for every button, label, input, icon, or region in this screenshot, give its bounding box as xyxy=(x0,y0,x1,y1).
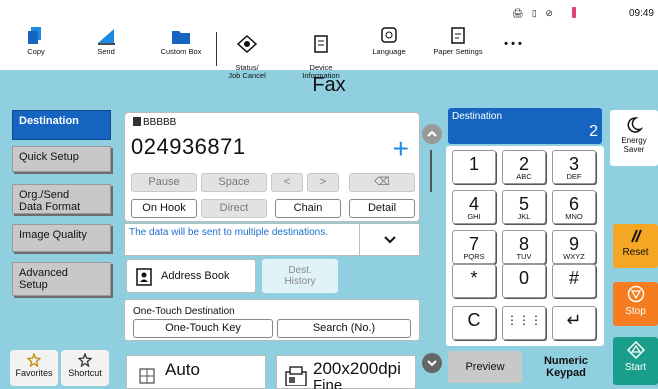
stop-button[interactable]: Stop xyxy=(613,282,658,326)
top-toolbar: 🖨 ▯ ⊘ 09:49 Copy Send Custom Box Status/… xyxy=(0,0,658,80)
key-8[interactable]: 8 TUV xyxy=(502,230,546,264)
dest-history-button[interactable]: Dest. History xyxy=(262,259,338,293)
space-button[interactable]: Space xyxy=(201,173,267,192)
key-hash[interactable]: # xyxy=(552,264,596,298)
scrollbar[interactable] xyxy=(430,150,432,192)
start-icon xyxy=(626,340,645,360)
start-button[interactable]: Start xyxy=(613,337,658,385)
enter-key[interactable]: ↵ xyxy=(552,306,596,340)
color-mode-button[interactable]: Auto xyxy=(126,355,266,389)
pause-button[interactable]: Pause xyxy=(131,173,197,192)
page-title: Fax xyxy=(312,74,346,96)
key-4[interactable]: 4 GHI xyxy=(452,190,496,224)
search-no-button[interactable]: Search (No.) xyxy=(277,319,411,338)
fax-machine-icon xyxy=(285,366,307,386)
resolution-button[interactable]: 200x200dpi Fine xyxy=(276,355,416,389)
key-3[interactable]: 3 DEF xyxy=(552,150,596,184)
shortcut-icon xyxy=(78,353,92,367)
energy-saver-button[interactable]: Energy Saver xyxy=(610,110,658,166)
fax-icon xyxy=(133,117,141,126)
one-touch-label: One-Touch Destination xyxy=(133,306,235,317)
scroll-down-button[interactable] xyxy=(422,353,442,373)
moon-icon xyxy=(627,117,644,133)
expand-chevron-button[interactable] xyxy=(359,224,419,255)
status-time: 09:49 xyxy=(628,8,654,19)
key-2[interactable]: 2 ABC xyxy=(502,150,546,184)
device-icon xyxy=(314,35,328,53)
key-0[interactable]: 0 xyxy=(502,264,546,298)
folder-icon xyxy=(172,31,190,44)
favorites-icon xyxy=(27,353,41,367)
send-icon xyxy=(98,29,115,45)
detail-button[interactable]: Detail xyxy=(349,199,415,218)
shortcut-button[interactable]: Shortcut xyxy=(61,350,109,386)
address-book-icon xyxy=(136,268,152,286)
key-5[interactable]: 5 JKL xyxy=(502,190,546,224)
backspace-button[interactable]: ⌫ xyxy=(349,173,415,192)
key-7[interactable]: 7 PQRS xyxy=(452,230,496,264)
reset-button[interactable]: Reset xyxy=(613,224,658,268)
nav-quick-setup[interactable]: Quick Setup xyxy=(12,146,111,172)
copy-icon xyxy=(28,27,41,44)
key-star[interactable]: * xyxy=(452,264,496,298)
reset-icon xyxy=(630,229,642,243)
nav-org-send-data-format[interactable]: Org./Send Data Format xyxy=(12,184,111,214)
chevron-down-icon xyxy=(427,360,437,367)
language-icon xyxy=(381,27,397,43)
chain-button[interactable]: Chain xyxy=(275,199,341,218)
copy-button[interactable]: Copy xyxy=(16,26,56,56)
numeric-keypad: 1 2 ABC 3 DEF 4 GHI 5 JKL 6 MNO 7 PQRS 8 TUV 9W… xyxy=(446,146,604,346)
destination-count: Destination 2 xyxy=(448,108,602,144)
nav-image-quality[interactable]: Image Quality xyxy=(12,224,111,252)
job-status-icon xyxy=(236,34,258,54)
address-book-button[interactable]: Address Book xyxy=(126,259,256,293)
info-row: The data will be sent to multiple destin… xyxy=(124,223,420,256)
one-touch-key-button[interactable]: One-Touch Key xyxy=(133,319,273,338)
destination-number: 024936871 xyxy=(131,134,246,159)
paper-settings-button[interactable]: Paper Settings xyxy=(428,26,488,56)
clear-key[interactable]: C xyxy=(452,306,496,340)
stop-icon xyxy=(627,285,644,303)
key-1[interactable]: 1 xyxy=(452,150,496,184)
key-9[interactable]: 9 WXYZ xyxy=(552,230,596,264)
scroll-up-button[interactable] xyxy=(422,124,442,144)
nav-advanced-setup[interactable]: Advanced Setup xyxy=(12,262,111,296)
more-button[interactable]: • • • xyxy=(498,39,528,50)
color-mode-icon xyxy=(139,368,155,384)
cursor-right-button[interactable]: > xyxy=(307,173,339,192)
add-destination-button[interactable]: + xyxy=(393,135,409,163)
direct-button[interactable]: Direct xyxy=(201,199,267,218)
key-6[interactable]: 6 MNO xyxy=(552,190,596,224)
numeric-keypad-toggle[interactable]: Numeric Keypad xyxy=(530,352,602,379)
nav-destination[interactable]: Destination xyxy=(12,110,111,140)
one-touch-panel: One-Touch Destination One-Touch Key Sear… xyxy=(124,299,420,341)
multiple-destinations-message: The data will be sent to multiple destin… xyxy=(129,227,328,238)
destination-name: BBBBB xyxy=(133,117,176,128)
status-icons: 🖨 ▯ ⊘ xyxy=(512,8,556,18)
chevron-up-icon xyxy=(427,130,437,137)
on-hook-button[interactable]: On Hook xyxy=(131,199,197,218)
paper-icon xyxy=(451,27,465,44)
custom-box-button[interactable]: Custom Box xyxy=(154,26,208,56)
battery-icon xyxy=(572,7,576,18)
favorites-button[interactable]: Favorites xyxy=(10,350,58,386)
keypad-grid-key[interactable]: ⋮⋮⋮ xyxy=(502,306,546,340)
chevron-down-icon xyxy=(383,236,396,244)
cursor-left-button[interactable]: < xyxy=(271,173,303,192)
send-button[interactable]: Send xyxy=(86,26,126,56)
preview-button[interactable]: Preview xyxy=(448,351,522,383)
destination-panel: BBBBB 024936871 + Pause Space < > ⌫ On H… xyxy=(124,112,420,222)
language-button[interactable]: Language xyxy=(366,26,412,56)
toolbar-separator xyxy=(216,32,217,66)
